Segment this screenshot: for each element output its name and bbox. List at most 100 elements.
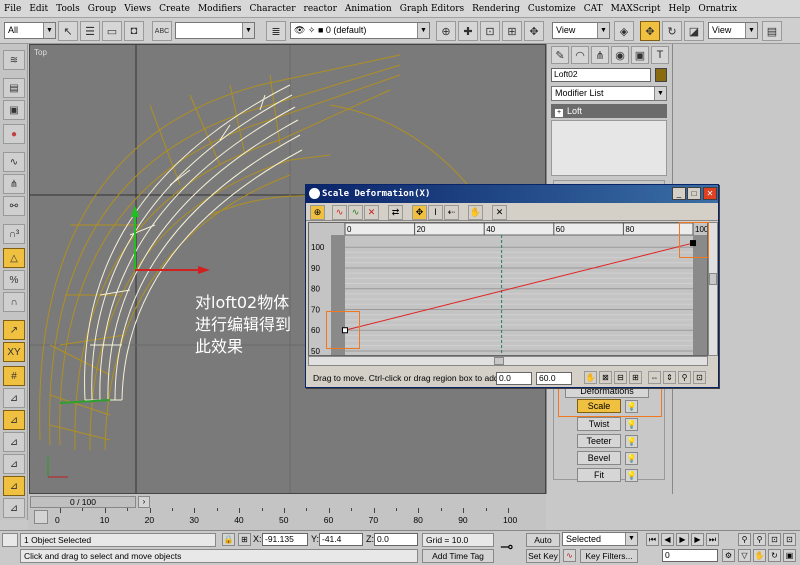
modifier-stack-list[interactable] — [551, 120, 667, 176]
menu-group[interactable]: Group — [88, 4, 116, 14]
menu-tools[interactable]: Tools — [56, 4, 80, 14]
zoom-extents-icon[interactable]: ⊡ — [768, 533, 781, 546]
scale-control-point-button[interactable]: I — [428, 205, 443, 220]
zoom-vertical-button[interactable]: ⇕ — [663, 371, 676, 384]
zoom-button[interactable]: ⚲ — [678, 371, 691, 384]
maximize-button[interactable]: □ — [687, 187, 701, 200]
teeter-deform-button[interactable]: Teeter — [577, 434, 621, 448]
pan-view-icon[interactable]: ✋ — [753, 549, 766, 562]
tool-d-button[interactable]: ⊿ — [3, 454, 25, 474]
bevel-deform-button[interactable]: Bevel — [577, 451, 621, 465]
hierarchy-tab[interactable]: ⋔ — [591, 46, 609, 64]
select-object-button[interactable]: ↖ — [58, 21, 78, 41]
grid-button[interactable]: # — [3, 366, 25, 386]
motion-tab[interactable]: ◉ — [611, 46, 629, 64]
display-x-axis-button[interactable]: ∿ — [332, 205, 347, 220]
zoom-region-button[interactable]: ⊡ — [693, 371, 706, 384]
constraint-xy-button[interactable]: XY — [3, 342, 25, 362]
lock-aspect-button[interactable]: ⊕ — [310, 205, 325, 220]
menu-cat[interactable]: CAT — [584, 4, 603, 14]
display-tab[interactable]: ▣ — [631, 46, 649, 64]
menu-animation[interactable]: Animation — [345, 4, 392, 14]
fov-icon[interactable]: ▽ — [738, 549, 751, 562]
spinner-snap-button[interactable]: ∩ — [3, 292, 25, 312]
twist-bulb-icon[interactable]: 💡 — [625, 418, 638, 431]
use-center-button[interactable]: ▤ — [762, 21, 782, 41]
named-selection-button[interactable]: ABC — [152, 21, 172, 41]
menu-customize[interactable]: Customize — [528, 4, 576, 14]
view-coordinate-dropdown[interactable]: View ▼ — [708, 22, 758, 39]
zoom-icon[interactable]: ⚲ — [738, 533, 751, 546]
percent-snap-button[interactable]: % — [3, 270, 25, 290]
set-key-button[interactable]: Set Key — [526, 549, 560, 563]
layer-manager-button[interactable]: ≣ — [266, 21, 286, 41]
zoom-horizontal-extents-button[interactable]: ⊟ — [614, 371, 627, 384]
auto-key-button[interactable]: Auto Key — [526, 533, 560, 557]
menu-modifiers[interactable]: Modifiers — [198, 4, 242, 14]
menu-help[interactable]: Help — [669, 4, 691, 14]
zoom-horizontal-button[interactable]: ⇔ — [648, 371, 661, 384]
snap-3d-button[interactable]: ∩³ — [3, 224, 25, 244]
schematic-button[interactable]: ▣ — [3, 100, 25, 120]
modifier-stack-item[interactable]: + Loft — [551, 104, 667, 118]
snap-toggle-button[interactable]: ✥ — [524, 21, 544, 41]
menu-reactor[interactable]: reactor — [304, 4, 337, 14]
track-bar[interactable]: 0 10 20 30 40 50 60 70 80 90 100 — [55, 508, 517, 528]
position-field[interactable]: 0.0 — [496, 372, 532, 385]
modifier-list-dropdown[interactable]: Modifier List ▼ — [551, 86, 667, 101]
select-and-scale-button[interactable]: ◪ — [684, 21, 704, 41]
twist-deform-button[interactable]: Twist — [577, 417, 621, 431]
menu-character[interactable]: Character — [250, 4, 296, 14]
menu-rendering[interactable]: Rendering — [472, 4, 520, 14]
create-layer-button[interactable]: ⊕ — [436, 21, 456, 41]
swap-curves-button[interactable]: ⇄ — [388, 205, 403, 220]
zoom-extents-button[interactable]: ⊠ — [599, 371, 612, 384]
select-by-name-button[interactable]: ☰ — [80, 21, 100, 41]
window-crossing-button[interactable]: ◘ — [124, 21, 144, 41]
current-frame-field[interactable]: 0 — [662, 549, 718, 562]
tool-a-button[interactable]: ⊿ — [3, 388, 25, 408]
deformation-curve-chart[interactable]: 0 20 40 60 80 1001009080706050 — [309, 223, 708, 356]
tool-b-button[interactable]: ⊿ — [3, 410, 25, 430]
selection-filter-dropdown[interactable]: All ▼ — [4, 22, 56, 39]
select-and-rotate-button[interactable]: ↻ — [662, 21, 682, 41]
deformation-graph[interactable]: 0 20 40 60 80 100 100 90 80 70 60 50 — [308, 222, 708, 356]
menu-maxscript[interactable]: MAXScript — [611, 4, 661, 14]
add-to-layer-button[interactable]: ✚ — [458, 21, 478, 41]
go-to-end-icon[interactable]: ⏭ — [706, 533, 719, 546]
track-bar-toggle[interactable] — [34, 510, 48, 524]
key-filters-button[interactable]: Key Filters... — [580, 549, 638, 563]
maxscript-listener-button[interactable] — [2, 533, 18, 547]
vertical-scrollbar[interactable] — [708, 222, 718, 356]
rectangular-selection-button[interactable]: ▭ — [102, 21, 122, 41]
lock-selection-icon[interactable]: 🔒 — [222, 533, 235, 546]
absolute-mode-icon[interactable]: ⊞ — [238, 533, 251, 546]
tool-f-button[interactable]: ⊿ — [3, 498, 25, 518]
minimize-button[interactable]: _ — [672, 187, 686, 200]
x-coordinate-field[interactable]: -91.135 — [262, 533, 308, 546]
layers-tool-button[interactable]: ≋ — [3, 50, 25, 70]
close-button[interactable]: ✕ — [703, 187, 717, 200]
add-time-tag-button[interactable]: Add Time Tag — [422, 549, 494, 563]
fit-deform-button[interactable]: Fit — [577, 468, 621, 482]
next-frame-icon[interactable]: ▶ — [691, 533, 704, 546]
display-xy-axes-button[interactable]: ✕ — [364, 205, 379, 220]
next-frame-button[interactable]: › — [138, 496, 150, 508]
previous-frame-icon[interactable]: ◀ — [661, 533, 674, 546]
play-icon[interactable]: ▶ — [676, 533, 689, 546]
go-to-start-icon[interactable]: ⏮ — [646, 533, 659, 546]
create-tab[interactable]: ✎ — [551, 46, 569, 64]
object-color-swatch[interactable] — [655, 68, 667, 82]
display-y-axis-button[interactable]: ∿ — [348, 205, 363, 220]
link-button[interactable]: ⚯ — [3, 196, 25, 216]
list-tool-button[interactable]: ▤ — [3, 78, 25, 98]
utilities-tab[interactable]: T — [651, 46, 669, 64]
time-config-icon[interactable]: ⚙ — [722, 549, 735, 562]
pivot-center-button[interactable]: ◈ — [614, 21, 634, 41]
insert-corner-point-button[interactable]: ⇠ — [444, 205, 459, 220]
menu-edit[interactable]: Edit — [29, 4, 48, 14]
key-curve-icon[interactable]: ∿ — [563, 549, 576, 562]
material-editor-button[interactable]: ● — [3, 124, 25, 144]
move-control-point-button[interactable]: ✥ — [412, 205, 427, 220]
named-selection-set-dropdown[interactable]: ▼ — [175, 22, 255, 39]
